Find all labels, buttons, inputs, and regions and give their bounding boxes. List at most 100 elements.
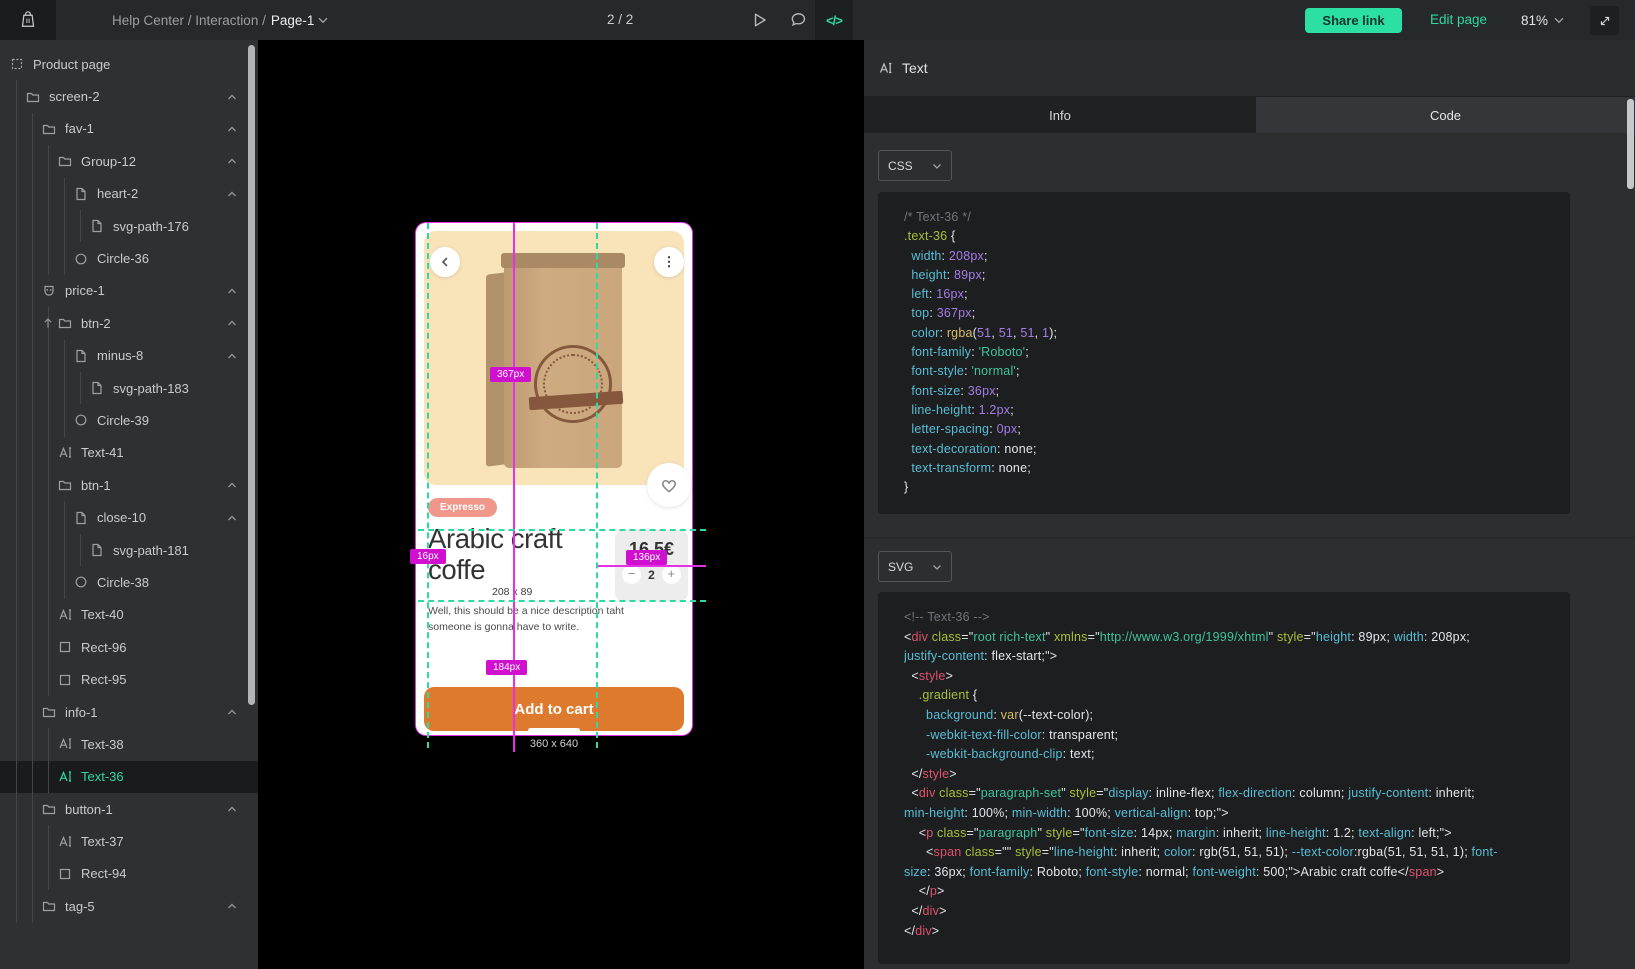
product-page-frame[interactable]: ⋮ Expresso Arabic craft coffe 208 x 89 1… — [416, 223, 692, 735]
tree-guide-line — [64, 372, 65, 404]
tree-guide-line — [32, 210, 33, 242]
chevron-down-icon — [1554, 17, 1564, 24]
tree-item-btn-2[interactable]: btn-2 — [0, 307, 258, 339]
folder-icon — [42, 122, 56, 136]
tree-item-group-12[interactable]: Group-12 — [0, 145, 258, 177]
chevron-up-icon[interactable] — [225, 512, 239, 524]
rect-icon — [58, 867, 72, 881]
text-icon — [58, 737, 72, 751]
text-icon — [58, 446, 72, 460]
tree-item-circle-39[interactable]: Circle-39 — [0, 404, 258, 436]
tree-guide-line — [16, 242, 17, 274]
tree-item-price-1[interactable]: price-1 — [0, 275, 258, 307]
measure-label-left: 16px — [410, 549, 446, 564]
chevron-up-icon[interactable] — [225, 479, 239, 491]
product-title[interactable]: Arabic craft coffe — [428, 523, 603, 585]
circle-icon — [74, 413, 88, 427]
tree-item-tag-5[interactable]: tag-5 — [0, 890, 258, 922]
tree-item-minus-8[interactable]: minus-8 — [0, 340, 258, 372]
product-description[interactable]: Well, this should be a nice description … — [428, 603, 633, 635]
code-line: left: 16px; — [904, 285, 1544, 304]
share-link-button[interactable]: Share link — [1305, 8, 1402, 33]
chevron-up-icon[interactable] — [225, 123, 239, 135]
tree-guide-line — [16, 210, 17, 242]
zoom-control[interactable]: 81% — [1521, 0, 1564, 40]
tree-guide-line — [48, 178, 49, 210]
code-line: </style> — [904, 765, 1544, 785]
tree-item-screen-2[interactable]: screen-2 — [0, 80, 258, 112]
zoom-level-value: 81% — [1521, 13, 1548, 28]
tree-item-label: Text-36 — [81, 769, 124, 784]
app-logo[interactable] — [0, 0, 56, 40]
back-button[interactable] — [430, 247, 460, 277]
chevron-up-icon[interactable] — [225, 91, 239, 103]
component-icon — [10, 57, 24, 71]
add-to-cart-button[interactable]: Add to cart — [424, 687, 684, 731]
tree-item-text-40[interactable]: Text-40 — [0, 599, 258, 631]
folder-icon — [42, 705, 56, 719]
css-format-select[interactable]: CSS — [878, 150, 952, 181]
chevron-up-icon[interactable] — [225, 188, 239, 200]
tree-item-label: Rect-96 — [81, 640, 127, 655]
svg-icon — [90, 219, 104, 233]
breadcrumb-current[interactable]: Page-1 — [271, 13, 315, 28]
fullscreen-button[interactable] — [1590, 6, 1619, 35]
code-view-button[interactable]: </> — [815, 0, 853, 40]
play-button[interactable] — [740, 0, 778, 40]
tree-guide-line — [16, 825, 17, 857]
tree-item-info-1[interactable]: info-1 — [0, 696, 258, 728]
tree-item-label: Text-37 — [81, 834, 124, 849]
tree-item-button-1[interactable]: button-1 — [0, 793, 258, 825]
tree-item-text-38[interactable]: Text-38 — [0, 728, 258, 760]
tree-item-svg-path-176[interactable]: svg-path-176 — [0, 210, 258, 242]
tree-item-label: tag-5 — [65, 899, 95, 914]
tree-item-heart-2[interactable]: heart-2 — [0, 178, 258, 210]
chevron-down-icon — [932, 162, 942, 170]
chevron-up-icon[interactable] — [225, 706, 239, 718]
tree-item-fav-1[interactable]: fav-1 — [0, 113, 258, 145]
chevron-up-icon[interactable] — [225, 285, 239, 297]
tree-item-circle-36[interactable]: Circle-36 — [0, 242, 258, 274]
measure-label-bottom: 184px — [486, 660, 527, 675]
code-line: font-style: 'normal'; — [904, 362, 1544, 381]
tree-item-btn-1[interactable]: btn-1 — [0, 469, 258, 501]
decrease-quantity-button[interactable]: − — [622, 565, 641, 584]
more-options-button[interactable]: ⋮ — [654, 247, 684, 277]
tree-item-rect-94[interactable]: Rect-94 — [0, 858, 258, 890]
chevron-up-icon[interactable] — [225, 155, 239, 167]
sidebar-scrollbar[interactable] — [248, 45, 255, 705]
chevron-up-icon[interactable] — [225, 350, 239, 362]
tree-item-label: btn-2 — [81, 316, 111, 331]
breadcrumb[interactable]: Help Center / Interaction / Page-1 — [112, 0, 328, 40]
comment-button[interactable] — [779, 0, 817, 40]
edit-page-link[interactable]: Edit page — [1430, 0, 1487, 40]
product-image-area[interactable] — [424, 231, 684, 485]
tree-item-text-41[interactable]: Text-41 — [0, 437, 258, 469]
chevron-up-icon[interactable] — [225, 900, 239, 912]
tree-item-close-10[interactable]: close-10 — [0, 501, 258, 533]
tab-code[interactable]: Code — [1256, 97, 1635, 133]
category-tag[interactable]: Expresso — [428, 498, 497, 517]
tree-item-text-36[interactable]: Text-36 — [0, 761, 258, 793]
svg-format-select[interactable]: SVG — [878, 551, 952, 582]
tree-guide-line — [16, 599, 17, 631]
tree-item-rect-95[interactable]: Rect-95 — [0, 663, 258, 695]
code-line: <div class="paragraph-set" style="displa… — [904, 784, 1544, 804]
chevron-up-icon[interactable] — [225, 803, 239, 815]
tree-item-circle-38[interactable]: Circle-38 — [0, 566, 258, 598]
tree-item-label: Text-40 — [81, 607, 124, 622]
tree-guide-line — [64, 210, 65, 242]
chevron-down-icon[interactable] — [318, 17, 328, 24]
code-line: <style> — [904, 667, 1544, 687]
chevron-up-icon[interactable] — [225, 317, 239, 329]
tree-item-svg-path-183[interactable]: svg-path-183 — [0, 372, 258, 404]
tree-item-rect-96[interactable]: Rect-96 — [0, 631, 258, 663]
tree-item-text-37[interactable]: Text-37 — [0, 825, 258, 857]
tab-info[interactable]: Info — [864, 97, 1256, 133]
panel-scrollbar[interactable] — [1627, 99, 1634, 189]
tree-item-svg-path-181[interactable]: svg-path-181 — [0, 534, 258, 566]
tree-item-product page[interactable]: Product page — [0, 48, 258, 80]
favorite-button[interactable] — [647, 463, 691, 507]
increase-quantity-button[interactable]: + — [662, 565, 681, 584]
tree-item-label: info-1 — [65, 705, 98, 720]
